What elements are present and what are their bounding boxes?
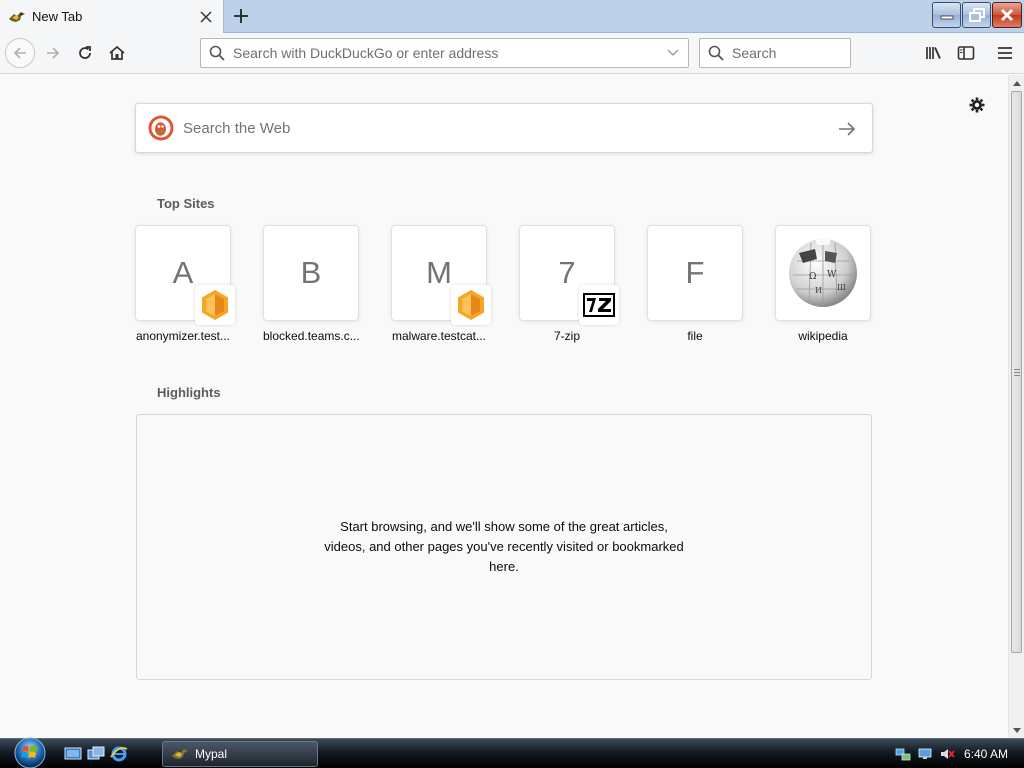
address-bar[interactable] xyxy=(200,38,689,68)
show-desktop-icon[interactable] xyxy=(64,745,82,763)
switch-windows-icon[interactable] xyxy=(87,745,105,763)
reload-icon xyxy=(79,46,91,59)
system-tray: 6:40 AM xyxy=(894,739,1024,768)
site-letter: 7 xyxy=(558,255,576,290)
site-tile[interactable]: Ω W И Ш xyxy=(775,225,871,321)
window-controls xyxy=(932,2,1022,28)
highlights-message: Start browsing, and we'll show some of t… xyxy=(324,519,684,574)
back-arrow-icon xyxy=(13,47,26,59)
mypal-icon xyxy=(8,9,26,25)
search-icon xyxy=(708,45,724,61)
site-tile[interactable]: F xyxy=(647,225,743,321)
top-site-blocked-teams[interactable]: B blocked.teams.c... xyxy=(263,225,361,343)
address-input[interactable] xyxy=(233,45,653,61)
clock[interactable]: 6:40 AM xyxy=(964,747,1008,761)
scroll-thumb[interactable] xyxy=(1011,91,1022,653)
search-submit-arrow-icon[interactable] xyxy=(836,118,858,140)
library-button[interactable] xyxy=(922,41,946,65)
svg-text:Ш: Ш xyxy=(837,283,846,292)
taskbar-item-label: Mypal xyxy=(195,747,228,761)
search-input[interactable] xyxy=(732,45,842,61)
tab-strip: New Tab xyxy=(0,0,1024,33)
top-site-malware[interactable]: M malware.testcat... xyxy=(391,225,491,343)
windows-taskbar: Mypal 6:40 AM xyxy=(0,736,1024,768)
web-search-input[interactable] xyxy=(183,119,803,137)
highlights-heading: Highlights xyxy=(157,385,221,400)
site-letter: F xyxy=(685,255,705,290)
mypal-icon xyxy=(172,749,188,759)
display-icon[interactable] xyxy=(916,745,934,763)
network-icon[interactable] xyxy=(894,745,912,763)
site-label: 7-zip xyxy=(553,329,580,343)
top-site-7zip[interactable]: 7 7-zip xyxy=(519,225,619,343)
site-label: file xyxy=(687,329,703,343)
windows-start-orb-icon xyxy=(14,737,46,768)
site-letter: B xyxy=(300,255,322,290)
menu-button[interactable] xyxy=(993,41,1017,65)
top-site-anonymizer[interactable]: A anonymizer.test... xyxy=(135,225,235,343)
new-tab-page: Top Sites A anonymizer.test... B blocked… xyxy=(0,75,1008,738)
vertical-scrollbar[interactable] xyxy=(1008,75,1024,738)
start-button[interactable] xyxy=(10,736,50,768)
internet-explorer-icon[interactable] xyxy=(110,745,128,763)
forward-arrow-icon xyxy=(47,47,60,59)
hamburger-menu-icon xyxy=(998,47,1012,59)
search-icon xyxy=(209,45,225,61)
top-sites-heading: Top Sites xyxy=(157,196,215,211)
plus-icon xyxy=(234,9,248,23)
site-tile[interactable]: A xyxy=(135,225,235,325)
settings-button[interactable] xyxy=(966,94,988,116)
forward-button[interactable] xyxy=(38,38,68,68)
taskbar-item-mypal[interactable]: Mypal xyxy=(162,741,318,767)
web-search-box[interactable] xyxy=(135,103,873,153)
hexagon-badge-icon xyxy=(195,285,235,325)
minimize-button[interactable] xyxy=(932,2,961,28)
scroll-up-arrow-icon[interactable] xyxy=(1012,78,1022,88)
home-icon xyxy=(109,45,125,60)
site-label: blocked.teams.c... xyxy=(263,329,359,343)
chevron-down-icon[interactable] xyxy=(666,47,680,59)
site-label: anonymizer.test... xyxy=(135,329,231,343)
reload-button[interactable] xyxy=(70,38,100,68)
library-icon xyxy=(926,47,941,59)
hexagon-badge-icon xyxy=(451,285,491,325)
site-letter: A xyxy=(172,255,194,290)
svg-text:Ω: Ω xyxy=(809,272,816,282)
gear-icon xyxy=(969,97,985,113)
volume-muted-icon[interactable] xyxy=(938,745,956,763)
close-tab-icon[interactable] xyxy=(195,6,217,28)
new-tab-button[interactable] xyxy=(228,4,254,28)
close-window-button[interactable] xyxy=(992,2,1022,28)
site-tile[interactable]: M xyxy=(391,225,491,325)
top-site-file[interactable]: F file xyxy=(647,225,745,343)
search-bar[interactable] xyxy=(699,38,851,68)
duckduckgo-icon xyxy=(148,115,174,141)
7zip-badge-icon xyxy=(579,285,619,325)
navigation-toolbar xyxy=(0,33,1024,74)
site-tile[interactable]: B xyxy=(263,225,359,321)
svg-text:W: W xyxy=(827,270,837,280)
tab-new-tab[interactable]: New Tab xyxy=(0,0,224,33)
tab-title: New Tab xyxy=(32,9,83,24)
highlights-empty-state: Start browsing, and we'll show some of t… xyxy=(136,414,872,680)
site-label: wikipedia xyxy=(798,329,848,343)
site-tile[interactable]: 7 xyxy=(519,225,619,325)
site-letter: M xyxy=(426,255,452,290)
site-label: malware.testcat... xyxy=(391,329,487,343)
top-sites-grid: A anonymizer.test... B blocked.teams.c..… xyxy=(135,225,875,347)
svg-text:И: И xyxy=(815,286,822,295)
sidebar-icon xyxy=(957,46,975,60)
scroll-down-arrow-icon[interactable] xyxy=(1012,725,1022,735)
top-site-wikipedia[interactable]: Ω W И Ш wikipedia xyxy=(775,225,873,343)
wikipedia-globe-icon: Ω W И Ш xyxy=(789,239,857,307)
back-button[interactable] xyxy=(5,38,35,68)
home-button[interactable] xyxy=(102,38,132,68)
close-icon xyxy=(1000,8,1014,22)
restore-icon xyxy=(968,8,985,22)
restore-button[interactable] xyxy=(962,2,991,28)
sidebar-button[interactable] xyxy=(954,41,978,65)
minimize-icon xyxy=(940,15,953,20)
